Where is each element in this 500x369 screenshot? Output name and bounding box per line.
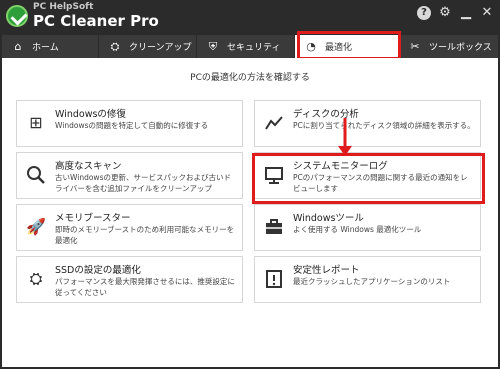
page-subtitle: PCの最適化の方法を確認する <box>190 73 310 83</box>
report-icon <box>264 269 284 289</box>
tab-security[interactable]: ⛨ セキュリティ <box>197 35 294 58</box>
tab-label: セキュリティ <box>227 43 281 53</box>
window-controls: ? ⚙ ▁ ✕ <box>417 6 494 20</box>
highlight-box-tab <box>297 31 401 60</box>
card-title: Windowsツール <box>293 213 364 224</box>
gear-icon[interactable]: ⚙ <box>438 6 452 20</box>
help-icon[interactable]: ? <box>417 6 431 20</box>
card-desc: 最近クラッシュしたアプリケーションのリスト <box>293 277 451 286</box>
card-desc: 即時のメモリーブーストのため利用可能なメモリーを最適化 <box>55 225 235 245</box>
shield-icon: ⛨ <box>208 39 218 53</box>
windows-repair-icon: ⊞ <box>29 113 43 132</box>
app-window: PC HelpSoft PC Cleaner Pro ? ⚙ ▁ ✕ ⌂ ホーム… <box>0 0 500 369</box>
card-title: SSDの設定の最適化 <box>55 265 141 276</box>
toolbox-icon <box>264 217 284 237</box>
card-ssd-settings[interactable]: ⛭ SSDの設定の最適化 パフォーマンスを最大限発揮させるには、推奨設定に従って… <box>16 256 243 303</box>
card-title: Windowsの修復 <box>55 109 126 120</box>
card-title: 高度なスキャン <box>55 161 122 172</box>
scan-icon <box>26 165 46 185</box>
card-desc: PCに割り当てられたディスク領域の詳細を表示する。 <box>293 121 475 130</box>
card-desc: パフォーマンスを最大限発揮させるには、推奨設定に従ってください <box>55 277 235 297</box>
card-advanced-scan[interactable]: 高度なスキャン 古いWindowsの更新、サービスパックおよび古いドライバーを含… <box>16 152 243 199</box>
minimize-icon[interactable]: ▁ <box>459 6 473 20</box>
card-windows-repair[interactable]: ⊞ Windowsの修復 Windowsの問題を特定して自動的に修復する <box>16 100 243 147</box>
ssd-settings-icon: ⛭ <box>29 269 43 288</box>
brand-subtitle: PC HelpSoft <box>33 2 94 12</box>
broom-icon: ⛭ <box>110 39 120 53</box>
tab-cleanup[interactable]: ⛭ クリーンアップ <box>99 35 196 58</box>
app-logo-icon <box>6 5 28 27</box>
tab-toolbox[interactable]: ✂ ツールボックス <box>399 35 498 58</box>
card-desc: Windowsの問題を特定して自動的に修復する <box>55 121 209 130</box>
home-icon: ⌂ <box>14 40 22 53</box>
app-title: PC Cleaner Pro <box>33 12 159 30</box>
card-disk-analysis[interactable]: ディスクの分析 PCに割り当てられたディスク領域の詳細を表示する。 <box>254 100 481 147</box>
main-tab-bar: ⌂ ホーム ⛭ クリーンアップ ⛨ セキュリティ ◔ 最適化 ✂ ツールボックス <box>0 33 500 58</box>
card-title: メモリブースター <box>55 213 131 224</box>
card-title: 安定性レポート <box>293 265 360 276</box>
highlight-box-card <box>252 153 485 204</box>
card-memory-booster[interactable]: 🚀 メモリブースター 即時のメモリーブーストのため利用可能なメモリーを最適化 <box>16 204 243 251</box>
tab-label: クリーンアップ <box>129 43 192 53</box>
card-windows-tools[interactable]: Windowsツール よく使用する Windows 最適化ツール <box>254 204 481 251</box>
highlight-arrow <box>338 118 352 156</box>
tab-label: ホーム <box>32 43 59 53</box>
card-stability-report[interactable]: 安定性レポート 最近クラッシュしたアプリケーションのリスト <box>254 256 481 303</box>
tools-icon: ✂ <box>410 40 420 53</box>
chart-line-icon <box>264 113 284 133</box>
close-icon[interactable]: ✕ <box>480 6 494 20</box>
card-desc: よく使用する Windows 最適化ツール <box>293 225 422 234</box>
tab-home[interactable]: ⌂ ホーム <box>2 35 98 58</box>
optimize-panel: PCの最適化の方法を確認する ⊞ Windowsの修復 Windowsの問題を特… <box>2 58 498 367</box>
title-bar: PC HelpSoft PC Cleaner Pro ? ⚙ ▁ ✕ <box>0 0 500 33</box>
tab-label: ツールボックス <box>429 43 492 53</box>
card-desc: 古いWindowsの更新、サービスパックおよび古いドライバーを含む追加ファイルを… <box>55 173 231 193</box>
rocket-icon: 🚀 <box>26 217 46 236</box>
